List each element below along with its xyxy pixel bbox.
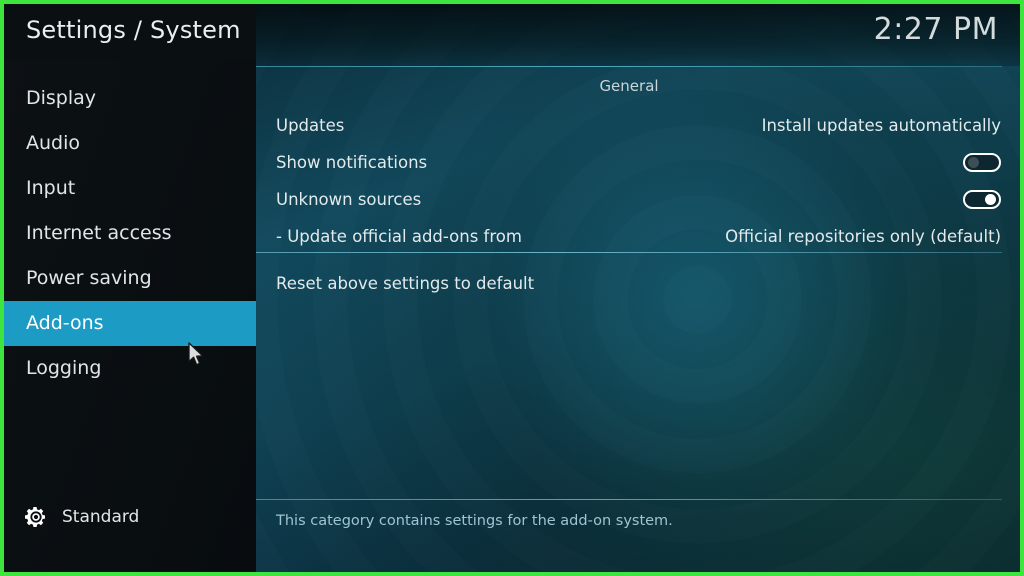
setting-row-unknown-sources[interactable]: Unknown sources xyxy=(276,181,1001,218)
sidebar-item-label: Input xyxy=(26,177,76,199)
sidebar-item-label: Power saving xyxy=(26,267,152,289)
toggle-knob xyxy=(985,194,996,205)
kodi-settings-window: 2:27 PM Settings / System Display Audio … xyxy=(0,0,1024,576)
clock: 2:27 PM xyxy=(873,12,998,47)
footer-divider xyxy=(256,499,1002,500)
sidebar-item-logging[interactable]: Logging xyxy=(4,346,256,391)
settings-level-button[interactable]: Standard xyxy=(4,500,256,534)
setting-value[interactable]: Install updates automatically xyxy=(762,116,1001,135)
page-title: Settings / System xyxy=(26,16,241,44)
sidebar-item-label: Audio xyxy=(26,132,81,154)
settings-list: Updates Install updates automatically Sh… xyxy=(276,107,1001,302)
sidebar-menu: Display Audio Input Internet access Powe… xyxy=(4,76,256,391)
sidebar-item-display[interactable]: Display xyxy=(4,76,256,121)
setting-label: Show notifications xyxy=(276,153,428,172)
setting-value[interactable]: Official repositories only (default) xyxy=(725,227,1001,246)
settings-section-divider xyxy=(256,252,1002,253)
setting-row-reset-above-settings[interactable]: Reset above settings to default xyxy=(276,265,1001,302)
sidebar-item-audio[interactable]: Audio xyxy=(4,121,256,166)
toggle-knob xyxy=(968,157,979,168)
sidebar-item-label: Internet access xyxy=(26,222,172,244)
content-top-divider xyxy=(256,66,1002,67)
sidebar-item-label: Add-ons xyxy=(26,312,104,334)
sidebar-item-add-ons[interactable]: Add-ons xyxy=(4,301,256,346)
sidebar: Settings / System Display Audio Input In… xyxy=(4,4,256,572)
setting-label: Reset above settings to default xyxy=(276,274,535,293)
help-text: This category contains settings for the … xyxy=(276,513,673,529)
show-notifications-toggle[interactable] xyxy=(963,153,1001,172)
setting-label: Unknown sources xyxy=(276,190,422,209)
setting-label: - Update official add-ons from xyxy=(276,227,522,246)
sidebar-item-internet-access[interactable]: Internet access xyxy=(4,211,256,256)
setting-row-updates[interactable]: Updates Install updates automatically xyxy=(276,107,1001,144)
sidebar-item-label: Logging xyxy=(26,357,102,379)
sidebar-item-input[interactable]: Input xyxy=(4,166,256,211)
sidebar-item-power-saving[interactable]: Power saving xyxy=(4,256,256,301)
sidebar-item-label: Display xyxy=(26,87,97,109)
setting-label: Updates xyxy=(276,116,345,135)
setting-row-update-official-addons-from[interactable]: - Update official add-ons from Official … xyxy=(276,218,1001,255)
settings-level-label: Standard xyxy=(62,507,140,527)
setting-row-show-notifications[interactable]: Show notifications xyxy=(276,144,1001,181)
settings-group-header: General xyxy=(599,77,659,95)
gear-icon xyxy=(25,507,45,527)
unknown-sources-toggle[interactable] xyxy=(963,190,1001,209)
